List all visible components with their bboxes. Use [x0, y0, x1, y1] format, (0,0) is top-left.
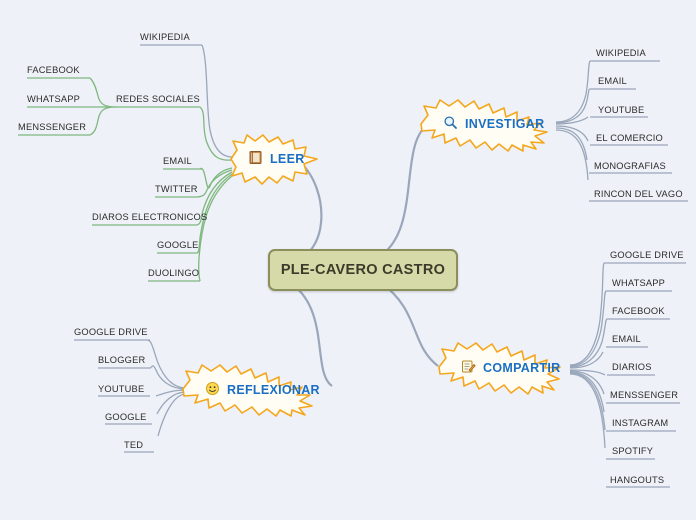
branch-label-leer: LEER: [270, 151, 305, 166]
branch-node-leer[interactable]: LEER: [225, 132, 325, 187]
book-icon: [247, 150, 264, 167]
leaf-node[interactable]: WIKIPEDIA: [140, 32, 190, 42]
branch-label-wrap-reflexionar: REFLEXIONAR: [204, 381, 320, 398]
leaf-node[interactable]: GOOGLE: [157, 240, 199, 250]
central-node[interactable]: PLE-CAVERO CASTRO: [268, 249, 458, 291]
branch-node-compartir[interactable]: COMPARTIR: [434, 340, 576, 395]
leaf-node[interactable]: TWITTER: [155, 184, 198, 194]
leaf-node[interactable]: GOOGLE DRIVE: [610, 250, 684, 260]
mindmap-canvas: PLE-CAVERO CASTRO LEER INVESTIGAR COMPAR…: [0, 0, 696, 520]
leaf-node[interactable]: BLOGGER: [98, 355, 145, 365]
branch-label-wrap-leer: LEER: [247, 150, 305, 167]
leaf-node[interactable]: GOOGLE DRIVE: [74, 327, 148, 337]
leaf-node[interactable]: MENSSENGER: [18, 122, 86, 132]
leaf-node[interactable]: REDES SOCIALES: [116, 94, 200, 104]
branch-label-wrap-compartir: COMPARTIR: [460, 359, 560, 376]
branch-label-reflexionar: REFLEXIONAR: [227, 382, 320, 397]
leaf-node[interactable]: YOUTUBE: [98, 384, 144, 394]
leaf-node[interactable]: FACEBOOK: [612, 306, 665, 316]
magnifier-icon: [442, 115, 459, 132]
leaf-node[interactable]: MENSSENGER: [610, 390, 678, 400]
branch-label-compartir: COMPARTIR: [483, 360, 561, 375]
leaf-node[interactable]: EMAIL: [163, 156, 192, 166]
leaf-node[interactable]: WHATSAPP: [27, 94, 80, 104]
leaf-node[interactable]: YOUTUBE: [598, 105, 644, 115]
branch-label-investigar: INVESTIGAR: [465, 116, 545, 131]
central-node-label: PLE-CAVERO CASTRO: [280, 262, 446, 278]
thinking-face-icon: [204, 381, 221, 398]
leaf-node[interactable]: MONOGRAFIAS: [594, 161, 666, 171]
leaf-node[interactable]: EL COMERCIO: [596, 133, 663, 143]
leaf-node[interactable]: RINCON DEL VAGO: [594, 189, 683, 199]
branch-node-investigar[interactable]: INVESTIGAR: [416, 97, 564, 152]
leaf-node[interactable]: GOOGLE: [105, 412, 147, 422]
leaf-node[interactable]: INSTAGRAM: [612, 418, 668, 428]
note-pencil-icon: [460, 359, 477, 376]
leaf-node[interactable]: EMAIL: [612, 334, 641, 344]
leaf-node[interactable]: HANGOUTS: [610, 475, 664, 485]
branch-node-reflexionar[interactable]: REFLEXIONAR: [178, 362, 334, 417]
leaf-node[interactable]: WHATSAPP: [612, 278, 665, 288]
leaf-node[interactable]: SPOTIFY: [612, 446, 653, 456]
leaf-node[interactable]: DIARIOS: [612, 362, 652, 372]
leaf-node[interactable]: TED: [124, 440, 143, 450]
leaf-node[interactable]: DIAROS ELECTRONICOS: [92, 212, 207, 222]
leaf-node[interactable]: FACEBOOK: [27, 65, 80, 75]
leaf-node[interactable]: DUOLINGO: [148, 268, 199, 278]
branch-label-wrap-investigar: INVESTIGAR: [442, 115, 544, 132]
leaf-node[interactable]: EMAIL: [598, 76, 627, 86]
leaf-node[interactable]: WIKIPEDIA: [596, 48, 646, 58]
